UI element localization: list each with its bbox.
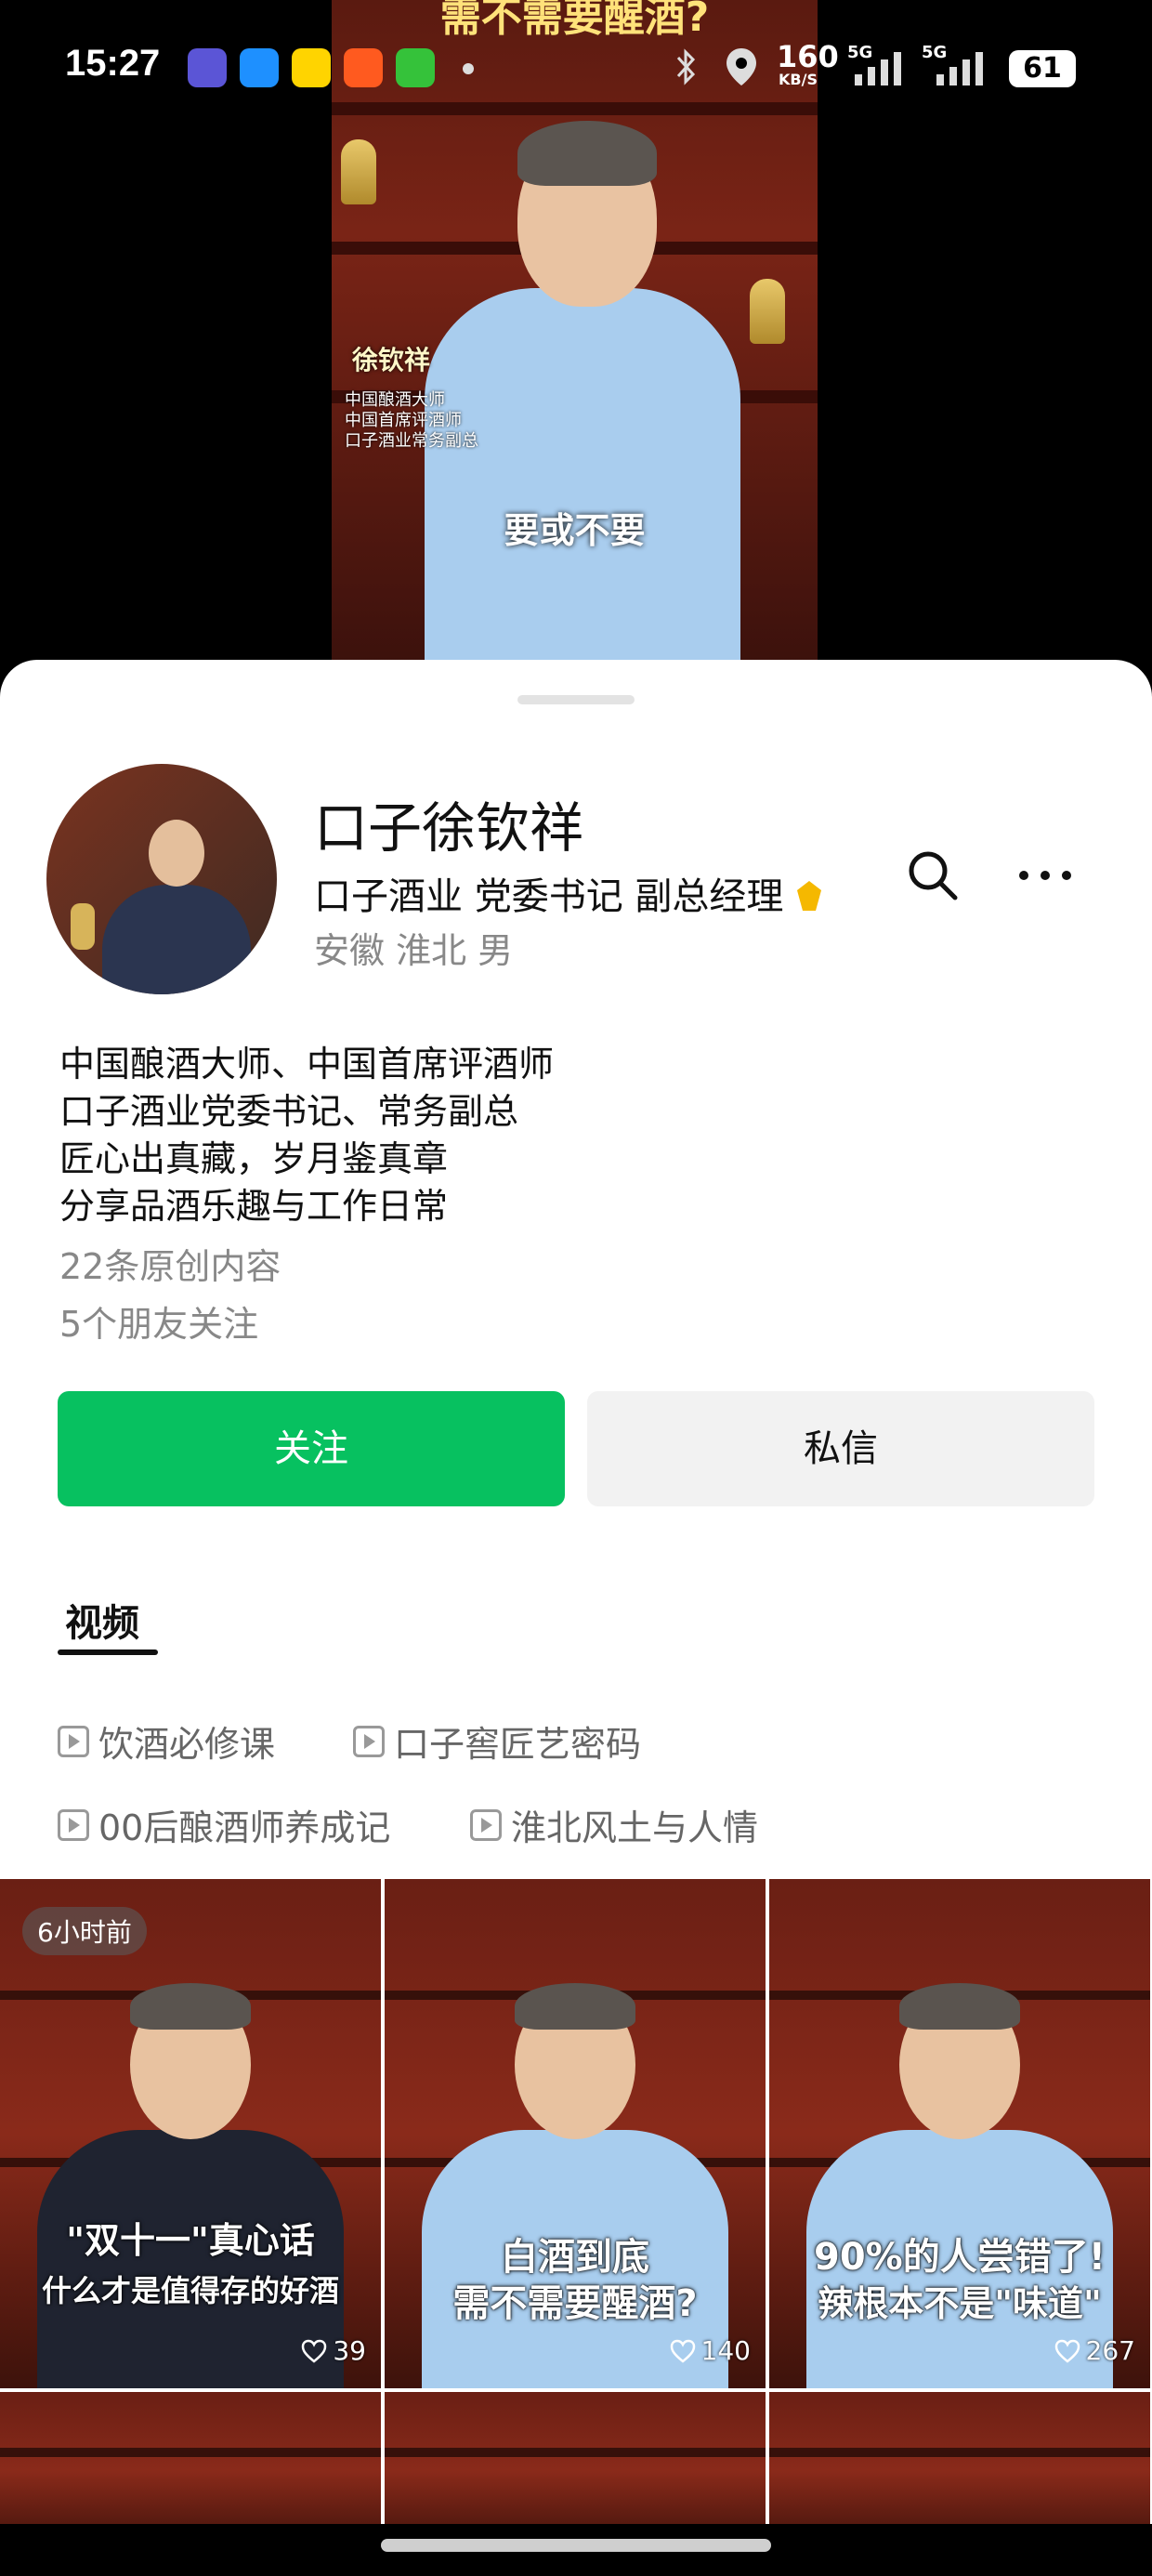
presenter-figure: [425, 102, 740, 669]
search-icon[interactable]: [903, 846, 962, 905]
message-button[interactable]: 私信: [587, 1391, 1094, 1506]
collection-label: 淮北风土与人情: [511, 1807, 759, 1848]
video-thumbnail[interactable]: 白酒到底 需不需要醒酒? 140: [385, 1879, 766, 2388]
heart-icon: [302, 2339, 327, 2363]
video-name-overlay: 徐钦祥: [352, 345, 431, 375]
bio-line: 匠心出真藏，岁月鉴真章: [59, 1138, 449, 1179]
status-time: 15:27: [65, 43, 161, 84]
battery-indicator: 61: [1009, 50, 1076, 87]
signal-icon: [936, 52, 983, 85]
video-caption: 需不需要醒酒?: [452, 2282, 698, 2325]
like-count: 267: [1054, 2335, 1135, 2366]
home-indicator[interactable]: [381, 2539, 771, 2552]
video-caption: 什么才是值得存的好酒: [41, 2273, 339, 2308]
profile-title-text: 口子酒业 党委书记 副总经理: [314, 875, 784, 918]
profile-title: 口子酒业 党委书记 副总经理: [314, 866, 862, 920]
time-badge: 6小时前: [22, 1907, 147, 1955]
presenter-hair: [515, 1983, 635, 2030]
video-thumbnail[interactable]: 90%的人尝错了! 辣根本不是"味道" 267: [769, 1879, 1150, 2388]
collection-label: 饮酒必修课: [98, 1724, 276, 1765]
video-tag-line: 口子酒业常务副总: [345, 431, 478, 451]
bottle-prop: [341, 139, 376, 204]
collection-item[interactable]: 饮酒必修课: [58, 1715, 275, 1767]
play-icon: [353, 1725, 385, 1757]
collection-item[interactable]: 00后酿酒师养成记: [58, 1799, 390, 1850]
play-icon: [58, 1725, 89, 1757]
app-notification-icon: [344, 48, 383, 87]
bio-line: 中国酿酒大师、中国首席评酒师: [59, 1044, 555, 1084]
network-speed: 160: [777, 39, 839, 74]
profile-name: 口子徐钦祥: [314, 796, 584, 860]
bio-line: 分享品酒乐趣与工作日常: [59, 1186, 449, 1227]
video-thumbnail[interactable]: 6小时前 "双十一"真心话 什么才是值得存的好酒 39: [0, 1879, 381, 2388]
video-caption: "双十一"真心话: [66, 2220, 315, 2261]
video-caption: 辣根本不是"味道": [818, 2283, 1102, 2324]
like-count-value: 267: [1085, 2335, 1135, 2366]
presenter-hair: [130, 1983, 251, 2030]
avatar-body: [102, 885, 251, 994]
status-bar: 15:27 160 KB/S 5G 5G 61: [0, 33, 1152, 108]
avatar-face: [149, 820, 204, 887]
video-caption: 90%的人尝错了!: [814, 2236, 1106, 2279]
heart-icon: [1054, 2339, 1080, 2363]
signal-icon: [855, 52, 901, 85]
collection-label: 00后酿酒师养成记: [98, 1807, 391, 1848]
like-count: 39: [301, 2335, 366, 2366]
play-icon: [58, 1808, 89, 1841]
verified-badge-icon: [797, 881, 822, 911]
follow-button[interactable]: 关注: [58, 1391, 565, 1506]
video-tag-lines: 中国酿酒大师 中国首席评酒师 口子酒业常务副总: [345, 390, 478, 452]
tab-active-indicator: [58, 1649, 158, 1655]
friends-following[interactable]: 5个朋友关注: [59, 1295, 258, 1347]
video-subtitle: 要或不要: [504, 510, 646, 551]
more-options-icon[interactable]: [1013, 846, 1078, 905]
presenter-hair: [517, 121, 657, 186]
bluetooth-icon: [676, 48, 696, 85]
like-count-value: 39: [333, 2335, 366, 2366]
location-icon: [727, 48, 756, 85]
tab-videos[interactable]: 视频: [65, 1593, 139, 1647]
collection-item[interactable]: 淮北风土与人情: [470, 1799, 758, 1850]
presenter-hair: [899, 1983, 1020, 2030]
presenter-shirt: [425, 288, 740, 669]
bottle-prop: [750, 279, 785, 344]
play-icon: [470, 1808, 502, 1841]
profile-bio: 中国酿酒大师、中国首席评酒师 口子酒业党委书记、常务副总 匠心出真藏，岁月鉴真章…: [59, 1041, 554, 1230]
app-notification-icon: [396, 48, 435, 87]
video-caption: 白酒到底: [501, 2236, 649, 2279]
like-count-value: 140: [700, 2335, 751, 2366]
network-speed-unit: KB/S: [779, 71, 818, 88]
shelf: [0, 2448, 381, 2457]
heart-icon: [670, 2339, 695, 2363]
video-tag-line: 中国酿酒大师: [345, 390, 445, 410]
original-content-count[interactable]: 22条原创内容: [59, 1238, 281, 1289]
avatar[interactable]: [46, 764, 277, 994]
bio-line: 口子酒业党委书记、常务副总: [59, 1091, 519, 1132]
avatar-bottle: [71, 903, 95, 950]
shelf: [769, 2448, 1150, 2457]
video-tag-line: 中国首席评酒师: [345, 411, 462, 430]
drag-handle[interactable]: [517, 695, 635, 704]
like-count: 140: [670, 2335, 751, 2366]
app-notification-icon: [240, 48, 279, 87]
shelf: [385, 2448, 766, 2457]
app-notification-icon: [292, 48, 331, 87]
more-notifications-dot: [463, 63, 474, 74]
app-notification-icon: [188, 48, 227, 87]
collection-item[interactable]: 口子窖匠艺密码: [353, 1715, 641, 1767]
profile-location: 安徽 淮北 男: [314, 930, 514, 971]
collection-label: 口子窖匠艺密码: [394, 1724, 642, 1765]
